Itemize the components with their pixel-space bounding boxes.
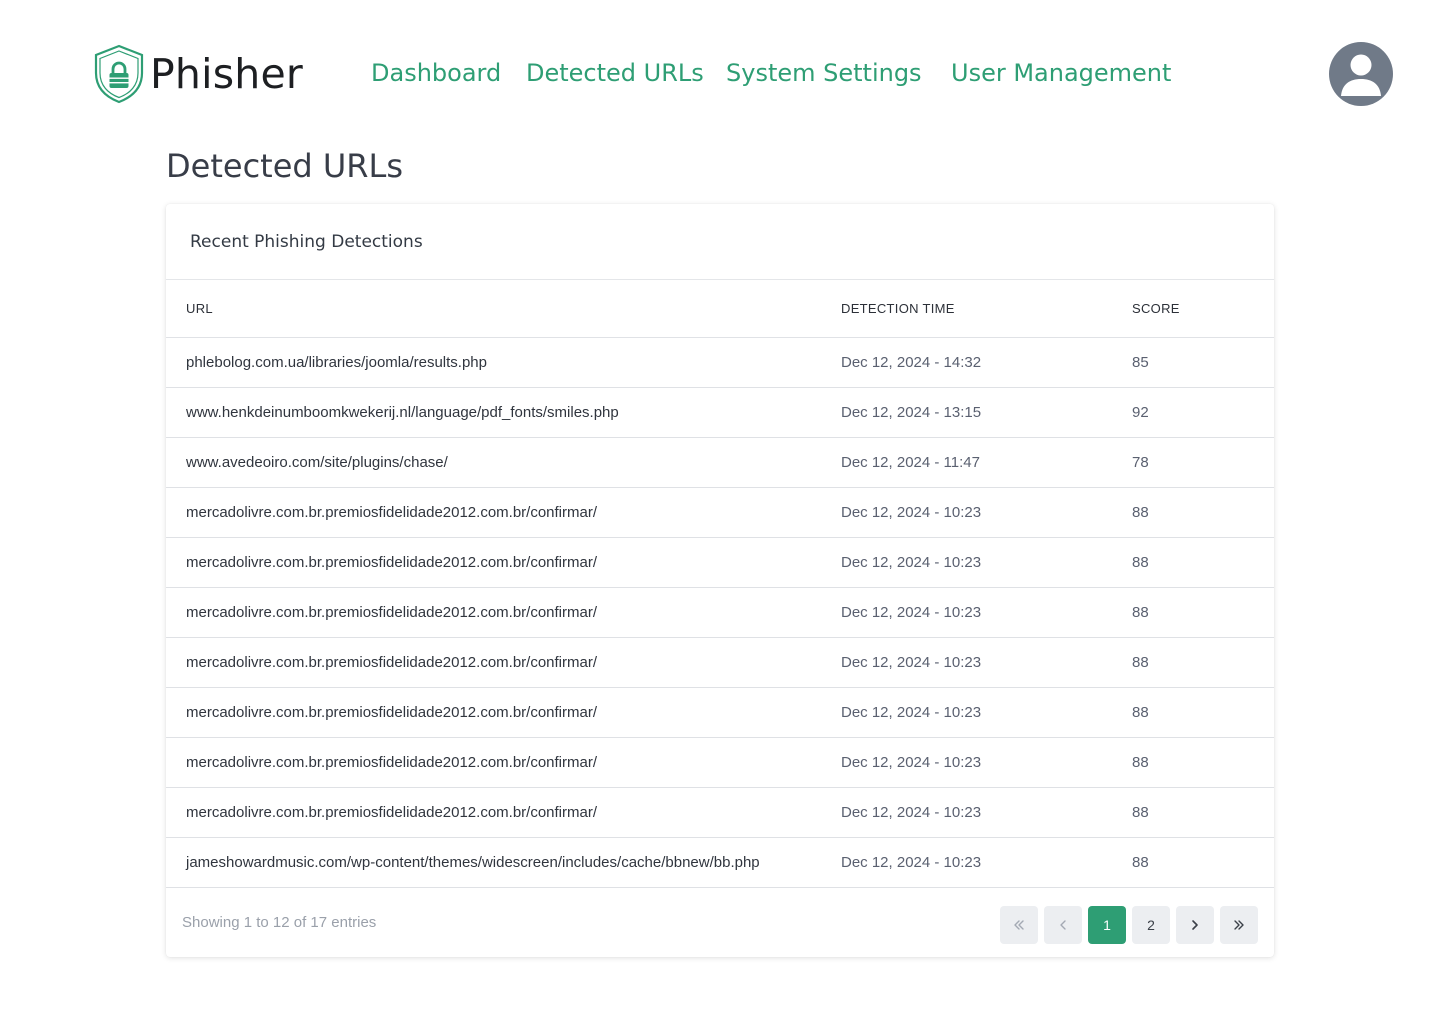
table-row[interactable]: mercadolivre.com.br.premiosfidelidade201… xyxy=(166,587,1274,638)
column-header-score[interactable]: SCORE xyxy=(1132,280,1274,338)
table-row[interactable]: www.henkdeinumboomkwekerij.nl/language/p… xyxy=(166,387,1274,438)
score-cell: 88 xyxy=(1132,537,1274,588)
table-header-row: URL DETECTION TIME SCORE xyxy=(166,280,1274,338)
table-row[interactable]: jameshowardmusic.com/wp-content/themes/w… xyxy=(166,837,1274,888)
detections-card: Recent Phishing Detections URL DETECTION… xyxy=(166,204,1274,957)
page-2-button[interactable]: 2 xyxy=(1132,906,1170,944)
table-row[interactable]: mercadolivre.com.br.premiosfidelidade201… xyxy=(166,537,1274,588)
top-header: Phisher Dashboard Detected URLs System S… xyxy=(0,0,1440,148)
table-row[interactable]: phlebolog.com.ua/libraries/joomla/result… xyxy=(166,337,1274,388)
time-cell: Dec 12, 2024 - 14:32 xyxy=(841,337,1132,388)
table-row[interactable]: mercadolivre.com.br.premiosfidelidade201… xyxy=(166,687,1274,738)
table-row[interactable]: www.avedeoiro.com/site/plugins/chase/ De… xyxy=(166,437,1274,488)
nav-system-settings[interactable]: System Settings xyxy=(726,56,922,90)
url-cell: mercadolivre.com.br.premiosfidelidade201… xyxy=(166,737,841,788)
url-cell: phlebolog.com.ua/libraries/joomla/result… xyxy=(166,337,841,388)
previous-page-button[interactable] xyxy=(1044,906,1082,944)
table-row[interactable]: mercadolivre.com.br.premiosfidelidade201… xyxy=(166,787,1274,838)
app-logo[interactable]: Phisher xyxy=(92,44,303,104)
entries-summary: Showing 1 to 12 of 17 entries xyxy=(182,914,377,931)
column-header-detection-time[interactable]: DETECTION TIME xyxy=(841,280,1132,338)
score-cell: 88 xyxy=(1132,487,1274,538)
user-avatar-icon xyxy=(1341,54,1381,96)
time-cell: Dec 12, 2024 - 10:23 xyxy=(841,737,1132,788)
page-1-button[interactable]: 1 xyxy=(1088,906,1126,944)
double-chevron-left-icon xyxy=(1014,920,1024,930)
score-cell: 88 xyxy=(1132,587,1274,638)
column-header-url[interactable]: URL xyxy=(166,280,841,338)
next-page-button[interactable] xyxy=(1176,906,1214,944)
time-cell: Dec 12, 2024 - 10:23 xyxy=(841,787,1132,838)
chevron-left-icon xyxy=(1060,920,1066,930)
card-footer: Showing 1 to 12 of 17 entries 1 2 xyxy=(166,887,1274,957)
score-cell: 88 xyxy=(1132,737,1274,788)
url-cell: jameshowardmusic.com/wp-content/themes/w… xyxy=(166,837,841,888)
url-cell: mercadolivre.com.br.premiosfidelidade201… xyxy=(166,687,841,738)
url-cell: www.henkdeinumboomkwekerij.nl/language/p… xyxy=(166,387,841,438)
chevron-right-icon xyxy=(1192,920,1198,930)
table-row[interactable]: mercadolivre.com.br.premiosfidelidade201… xyxy=(166,637,1274,688)
time-cell: Dec 12, 2024 - 10:23 xyxy=(841,837,1132,888)
nav-user-management[interactable]: User Management xyxy=(951,56,1171,90)
user-avatar[interactable] xyxy=(1329,42,1393,106)
score-cell: 88 xyxy=(1132,837,1274,888)
table-row[interactable]: mercadolivre.com.br.premiosfidelidade201… xyxy=(166,487,1274,538)
url-cell: www.avedeoiro.com/site/plugins/chase/ xyxy=(166,437,841,488)
url-cell: mercadolivre.com.br.premiosfidelidade201… xyxy=(166,487,841,538)
score-cell: 92 xyxy=(1132,387,1274,438)
last-page-button[interactable] xyxy=(1220,906,1258,944)
detections-table: URL DETECTION TIME SCORE phlebolog.com.u… xyxy=(166,280,1274,888)
card-header: Recent Phishing Detections xyxy=(166,204,1274,280)
time-cell: Dec 12, 2024 - 10:23 xyxy=(841,537,1132,588)
shield-lock-icon xyxy=(94,44,144,104)
time-cell: Dec 12, 2024 - 10:23 xyxy=(841,687,1132,738)
score-cell: 88 xyxy=(1132,787,1274,838)
table-row[interactable]: mercadolivre.com.br.premiosfidelidade201… xyxy=(166,737,1274,788)
page-title: Detected URLs xyxy=(166,147,404,185)
nav-detected-urls[interactable]: Detected URLs xyxy=(526,56,704,90)
score-cell: 88 xyxy=(1132,687,1274,738)
time-cell: Dec 12, 2024 - 10:23 xyxy=(841,587,1132,638)
score-cell: 78 xyxy=(1132,437,1274,488)
score-cell: 85 xyxy=(1132,337,1274,388)
url-cell: mercadolivre.com.br.premiosfidelidade201… xyxy=(166,587,841,638)
time-cell: Dec 12, 2024 - 10:23 xyxy=(841,487,1132,538)
url-cell: mercadolivre.com.br.premiosfidelidade201… xyxy=(166,787,841,838)
time-cell: Dec 12, 2024 - 10:23 xyxy=(841,637,1132,688)
time-cell: Dec 12, 2024 - 13:15 xyxy=(841,387,1132,438)
score-cell: 88 xyxy=(1132,637,1274,688)
first-page-button[interactable] xyxy=(1000,906,1038,944)
url-cell: mercadolivre.com.br.premiosfidelidade201… xyxy=(166,537,841,588)
pagination: 1 2 xyxy=(1000,906,1258,944)
double-chevron-right-icon xyxy=(1234,920,1244,930)
app-name: Phisher xyxy=(150,50,303,98)
nav-dashboard[interactable]: Dashboard xyxy=(371,56,501,90)
url-cell: mercadolivre.com.br.premiosfidelidade201… xyxy=(166,637,841,688)
card-title: Recent Phishing Detections xyxy=(190,231,423,252)
time-cell: Dec 12, 2024 - 11:47 xyxy=(841,437,1132,488)
